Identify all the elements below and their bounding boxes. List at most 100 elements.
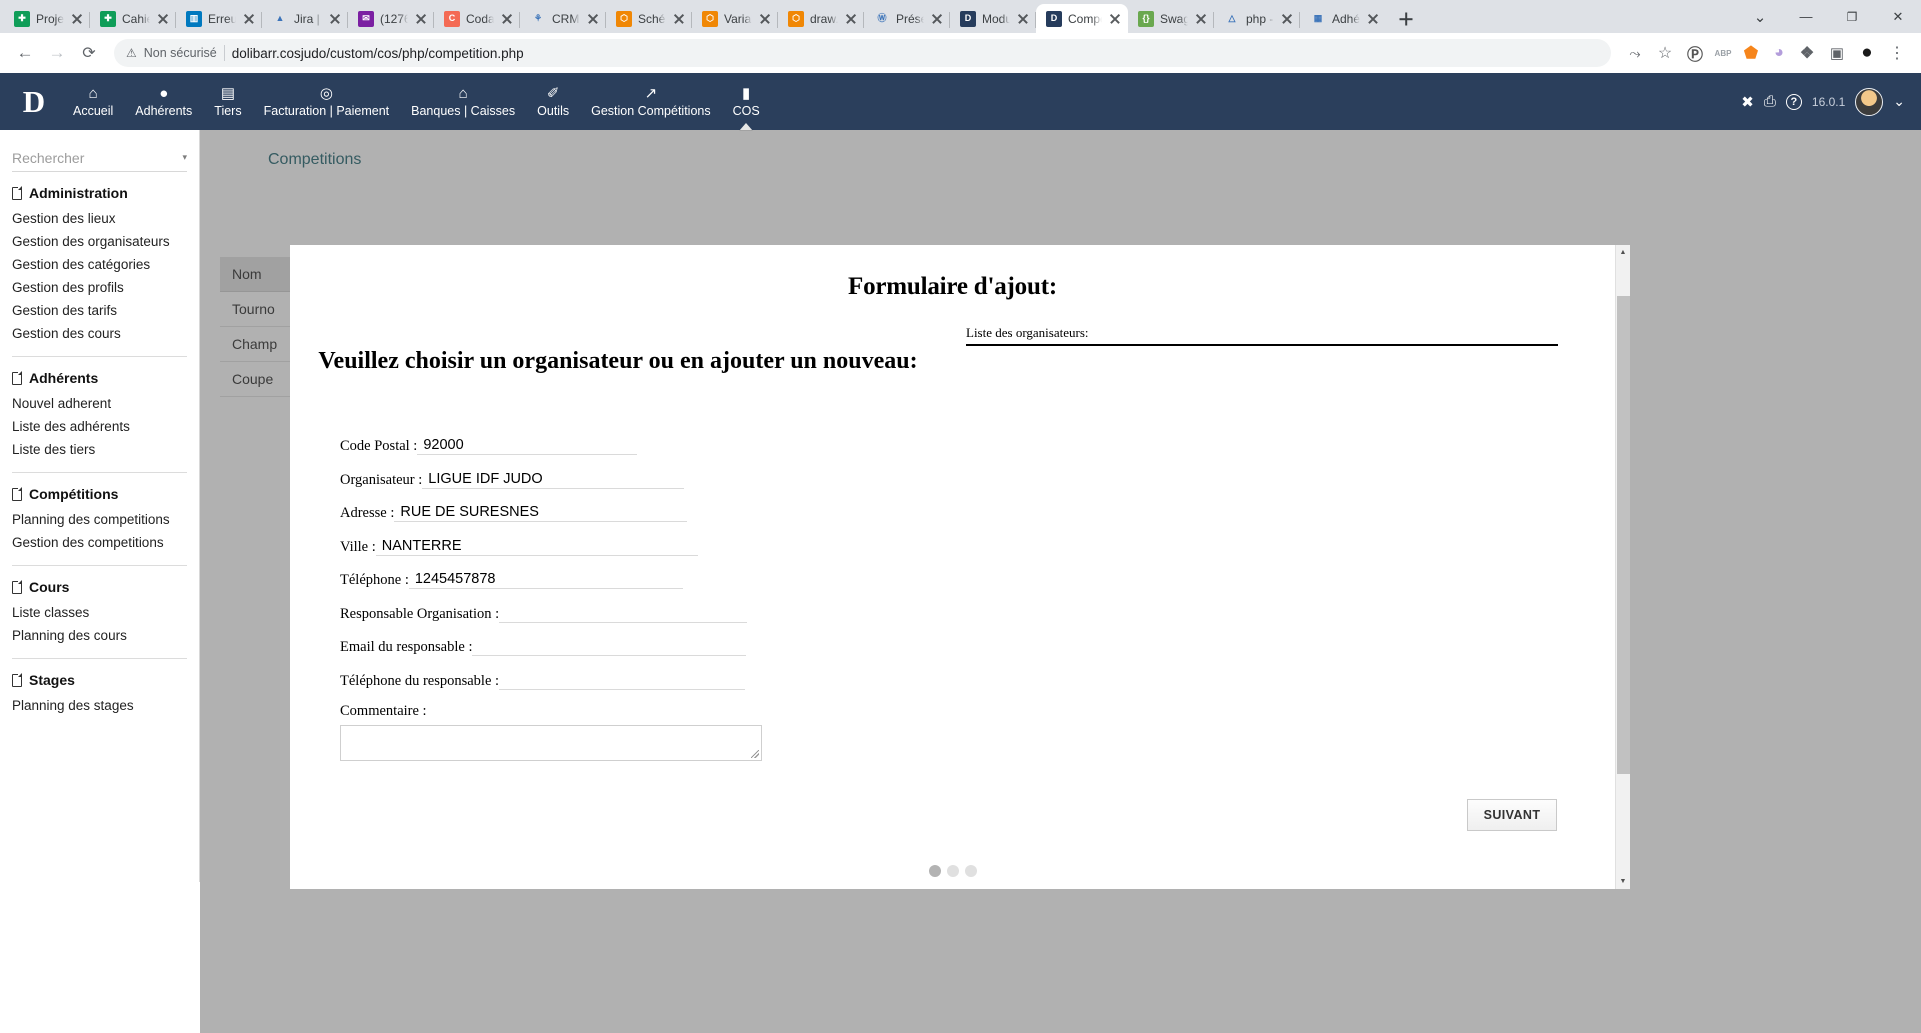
tab-close-icon[interactable] xyxy=(500,12,514,26)
new-tab-button[interactable] xyxy=(1392,5,1420,33)
tab-close-icon[interactable] xyxy=(758,12,772,26)
sidebar-item-liste-classes[interactable]: Liste classes xyxy=(12,601,187,624)
postal-code-input[interactable]: 92000 xyxy=(417,436,638,455)
sidebar-item-planning-des-competitions[interactable]: Planning des competitions xyxy=(12,508,187,531)
adblock-extension-icon[interactable]: ABP xyxy=(1709,39,1737,67)
step-dot[interactable] xyxy=(928,865,941,877)
scrollbar-track[interactable] xyxy=(1616,260,1631,874)
topnav-item-banques-caisses[interactable]: ⌂ Banques | Caisses xyxy=(400,73,526,130)
next-button[interactable]: SUIVANT xyxy=(1467,799,1557,831)
colorpicker-extension-icon[interactable]: ◕ xyxy=(1765,39,1793,67)
sidebar-group-header[interactable]: Stages xyxy=(12,672,187,688)
tab-close-icon[interactable] xyxy=(1280,12,1294,26)
tab-close-icon[interactable] xyxy=(242,12,256,26)
topnav-item-outils[interactable]: ✐ Outils xyxy=(526,73,580,130)
browser-tab[interactable]: ✚ Project xyxy=(4,4,90,33)
address-bar[interactable]: ⚠ Non sécurisé dolibarr.cosjudo/custom/c… xyxy=(114,39,1611,67)
sidebar-group-header[interactable]: Adhérents xyxy=(12,370,187,386)
browser-tab[interactable]: ⬡ draw.io xyxy=(778,4,864,33)
scroll-down-arrow-icon[interactable]: ▼ xyxy=(1616,874,1631,889)
tab-close-icon[interactable] xyxy=(930,12,944,26)
topnav-item-tiers[interactable]: ▤ Tiers xyxy=(203,73,252,130)
city-input[interactable]: NANTERRE xyxy=(375,537,698,556)
topnav-item-adh-rents[interactable]: ● Adhérents xyxy=(124,73,203,130)
sidebar-item-gestion-des-cat-gories[interactable]: Gestion des catégories xyxy=(12,253,187,276)
modal-scrollbar[interactable]: ▲ ▼ xyxy=(1615,245,1630,889)
avatar[interactable] xyxy=(1855,87,1884,116)
scrollbar-thumb[interactable] xyxy=(1616,296,1630,774)
tab-close-icon[interactable] xyxy=(328,12,342,26)
tab-close-icon[interactable] xyxy=(672,12,686,26)
chevron-down-icon[interactable]: ▾ xyxy=(182,152,187,163)
tab-close-icon[interactable] xyxy=(1108,12,1122,26)
organisers-list-select[interactable]: Liste des organisateurs: xyxy=(966,325,1558,346)
phone-input[interactable]: 1245457878 xyxy=(408,570,683,589)
org-manager-input[interactable] xyxy=(499,604,748,623)
sidebar-group-header[interactable]: Administration xyxy=(12,185,187,201)
list-all-tabs-icon[interactable]: ⌄ xyxy=(1737,1,1783,33)
topnav-item-cos[interactable]: ▮ COS xyxy=(722,73,771,130)
help-icon[interactable]: ? xyxy=(1785,93,1802,110)
bookmark-star-icon[interactable]: ☆ xyxy=(1651,39,1679,67)
tab-close-icon[interactable] xyxy=(844,12,858,26)
topnav-item-gestion-comp-titions[interactable]: ↗ Gestion Compétitions xyxy=(580,73,722,130)
sidebar-item-gestion-des-organisateurs[interactable]: Gestion des organisateurs xyxy=(12,230,187,253)
browser-tab[interactable]: ⬡ Schéma xyxy=(606,4,692,33)
sidebar-item-nouvel-adherent[interactable]: Nouvel adherent xyxy=(12,392,187,415)
scroll-up-arrow-icon[interactable]: ▲ xyxy=(1616,245,1631,260)
browser-tab[interactable]: ▦ Adhére xyxy=(1300,4,1386,33)
address-input[interactable]: RUE DE SURESNES xyxy=(394,503,688,522)
tab-close-icon[interactable] xyxy=(156,12,170,26)
tab-close-icon[interactable] xyxy=(586,12,600,26)
pinterest-extension-icon[interactable]: Ⓟ xyxy=(1681,39,1709,67)
tab-close-icon[interactable] xyxy=(70,12,84,26)
bug-icon[interactable]: ✖ xyxy=(1741,93,1754,111)
browser-tab[interactable]: △ php - G xyxy=(1214,4,1300,33)
sidebar-item-gestion-des-lieux[interactable]: Gestion des lieux xyxy=(12,207,187,230)
sidebar-item-gestion-des-tarifs[interactable]: Gestion des tarifs xyxy=(12,299,187,322)
step-dot[interactable] xyxy=(946,865,959,877)
browser-tab[interactable]: ⬡ Variable xyxy=(692,4,778,33)
side-panel-icon[interactable]: ▣ xyxy=(1823,39,1851,67)
search-input[interactable]: Rechercher ▾ xyxy=(12,144,187,172)
share-icon[interactable]: ⤳ xyxy=(1621,39,1649,67)
reload-icon[interactable]: ⟳ xyxy=(74,38,104,68)
browser-tab[interactable]: {} Swagge xyxy=(1128,4,1214,33)
topnav-item-facturation-paiement[interactable]: ◎ Facturation | Paiement xyxy=(253,73,401,130)
sidebar-item-gestion-des-profils[interactable]: Gestion des profils xyxy=(12,276,187,299)
print-icon[interactable]: ⎙ xyxy=(1764,93,1776,110)
tab-close-icon[interactable] xyxy=(414,12,428,26)
metamask-extension-icon[interactable]: ⬟ xyxy=(1737,39,1765,67)
comment-textarea[interactable] xyxy=(340,725,762,761)
browser-tab[interactable]: Ⓦ Présent xyxy=(864,4,950,33)
profile-avatar-icon[interactable]: ● xyxy=(1853,39,1881,67)
minimize-icon[interactable]: — xyxy=(1783,1,1829,33)
browser-tab[interactable]: ▥ Erreur xyxy=(176,4,262,33)
sidebar-item-planning-des-stages[interactable]: Planning des stages xyxy=(12,694,187,717)
topnav-item-accueil[interactable]: ⌂ Accueil xyxy=(62,73,124,130)
maximize-icon[interactable]: ❐ xyxy=(1829,1,1875,33)
manager-email-input[interactable] xyxy=(472,637,747,656)
browser-tab[interactable]: ▲ Jira | Lo xyxy=(262,4,348,33)
sidebar-group-header[interactable]: Compétitions xyxy=(12,486,187,502)
tab-close-icon[interactable] xyxy=(1194,12,1208,26)
sidebar-item-liste-des-adh-rents[interactable]: Liste des adhérents xyxy=(12,415,187,438)
browser-menu-icon[interactable]: ⋮ xyxy=(1883,39,1911,67)
sidebar-group-header[interactable]: Cours xyxy=(12,579,187,595)
back-icon[interactable]: ← xyxy=(10,38,40,68)
manager-phone-input[interactable] xyxy=(499,671,746,690)
step-dot[interactable] xyxy=(964,865,977,877)
sidebar-item-liste-des-tiers[interactable]: Liste des tiers xyxy=(12,438,187,461)
forward-icon[interactable]: → xyxy=(42,38,72,68)
tab-close-icon[interactable] xyxy=(1366,12,1380,26)
browser-tab[interactable]: C Coda | xyxy=(434,4,520,33)
close-window-icon[interactable]: ✕ xyxy=(1875,1,1921,33)
user-menu-chevron-icon[interactable]: ⌄ xyxy=(1893,93,1905,110)
tab-close-icon[interactable] xyxy=(1016,12,1030,26)
extensions-puzzle-icon[interactable]: ❖ xyxy=(1793,39,1821,67)
browser-tab[interactable]: ✚ Cahier xyxy=(90,4,176,33)
sidebar-item-gestion-des-cours[interactable]: Gestion des cours xyxy=(12,322,187,345)
dolibarr-logo[interactable]: D xyxy=(6,73,62,130)
sidebar-item-planning-des-cours[interactable]: Planning des cours xyxy=(12,624,187,647)
browser-tab[interactable]: D Module xyxy=(950,4,1036,33)
